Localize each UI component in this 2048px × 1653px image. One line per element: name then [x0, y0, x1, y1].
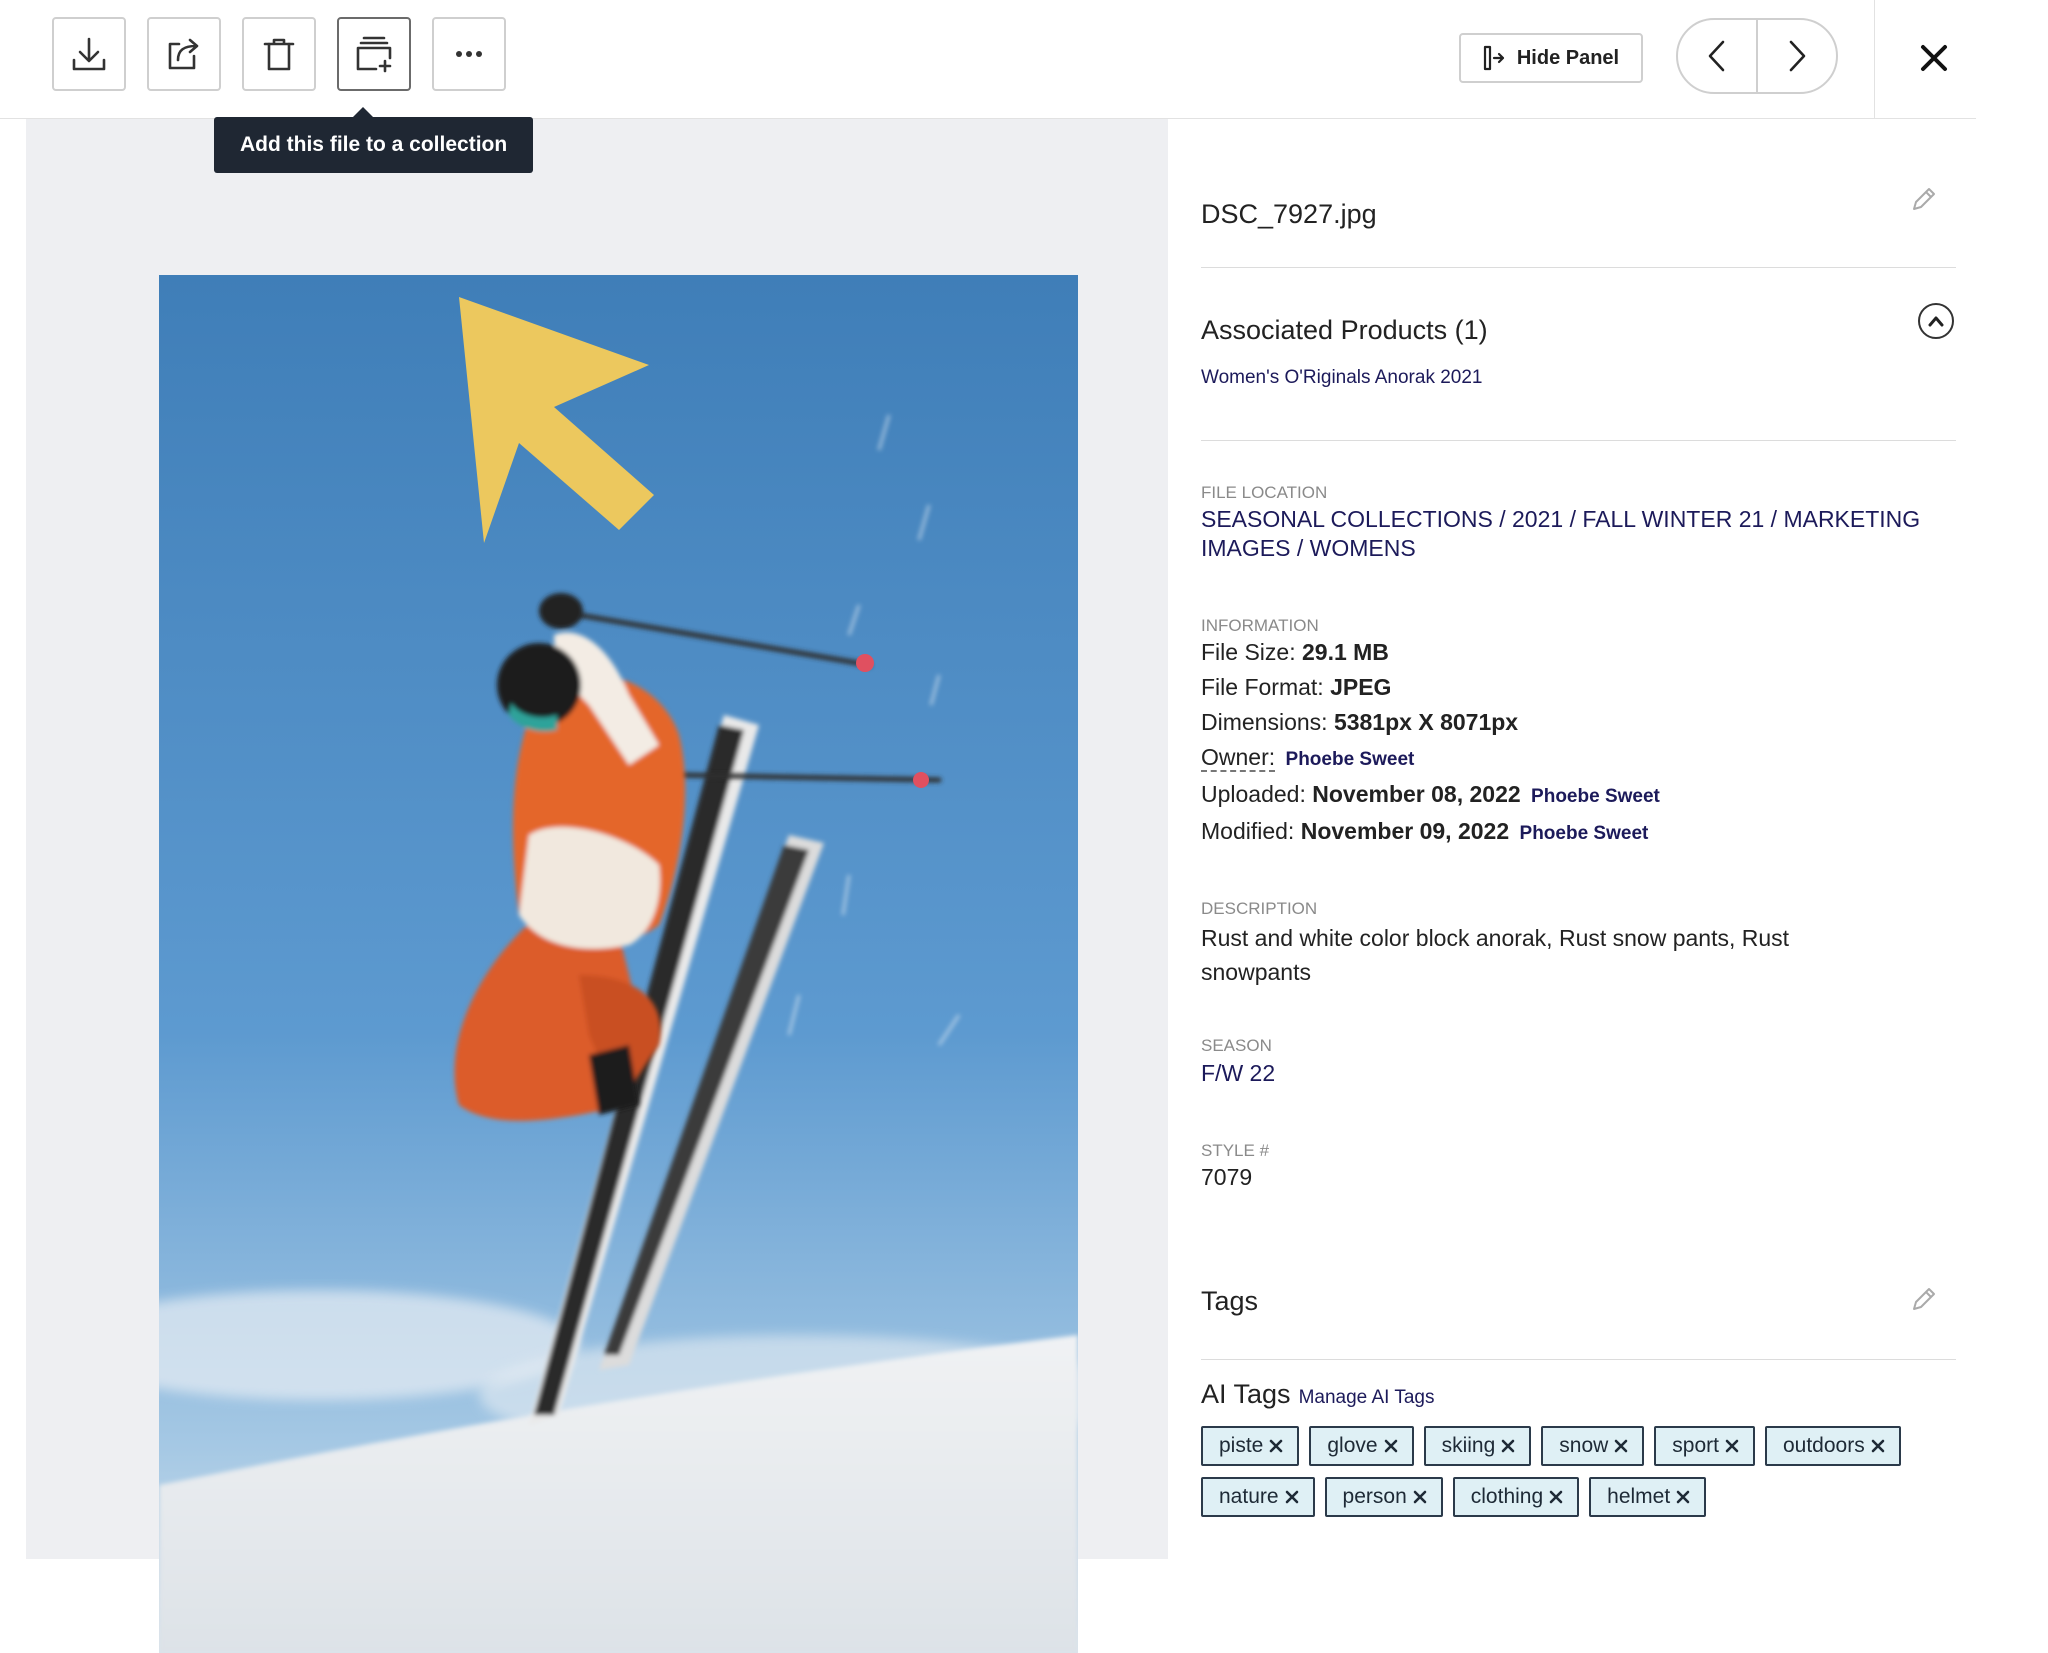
- remove-tag-icon[interactable]: [1501, 1439, 1515, 1453]
- ai-tags-list: piste glove skiing snow sport outdoors n…: [1201, 1426, 1961, 1517]
- details-panel: DSC_7927.jpg Associated Products (1) Wom…: [1168, 119, 1976, 1559]
- tag-skiing: skiing: [1423, 1426, 1532, 1466]
- divider: [1201, 267, 1956, 268]
- edit-filename-icon[interactable]: [1909, 186, 1937, 214]
- style-label: STYLE #: [1201, 1141, 1270, 1160]
- tag-snow: snow: [1541, 1426, 1645, 1466]
- remove-tag-icon[interactable]: [1725, 1439, 1739, 1453]
- toolbar: Hide Panel: [0, 0, 1976, 119]
- remove-tag-icon[interactable]: [1384, 1439, 1398, 1453]
- tag-outdoors: outdoors: [1764, 1426, 1901, 1466]
- product-link[interactable]: Women's O'Riginals Anorak 2021: [1201, 367, 1956, 389]
- owner-link[interactable]: Phoebe Sweet: [1286, 749, 1415, 770]
- uploaded-by-link[interactable]: Phoebe Sweet: [1531, 786, 1660, 807]
- divider: [1201, 1359, 1956, 1360]
- tag-glove: glove: [1309, 1426, 1414, 1466]
- hide-panel-button[interactable]: Hide Panel: [1459, 33, 1643, 83]
- file-location-label: FILE LOCATION: [1201, 483, 1328, 502]
- trash-icon: [263, 38, 295, 71]
- close-icon: [1921, 45, 1947, 71]
- hide-panel-icon: [1483, 45, 1504, 71]
- description-text: Rust and white color block anorak, Rust …: [1201, 925, 1790, 985]
- information-list: File Size: 29.1 MB File Format: JPEG Dim…: [1201, 635, 1956, 851]
- more-button[interactable]: [432, 17, 506, 91]
- remove-tag-icon[interactable]: [1413, 1490, 1427, 1504]
- collapse-button[interactable]: [1918, 303, 1954, 339]
- season-label: SEASON: [1201, 1036, 1272, 1055]
- hide-panel-label: Hide Panel: [1516, 46, 1620, 69]
- image-preview-area: [26, 119, 1168, 1653]
- modified-date: November 09, 2022: [1300, 818, 1510, 844]
- ai-tags-title: AI Tags: [1201, 1379, 1291, 1409]
- remove-tag-icon[interactable]: [1269, 1439, 1283, 1453]
- dimensions-value: 5381px X 8071px: [1333, 709, 1519, 735]
- uploaded-date: November 08, 2022: [1312, 781, 1521, 807]
- file-format-row: File Format: JPEG: [1201, 674, 1392, 700]
- file-size-value: 29.1 MB: [1301, 639, 1389, 665]
- remove-tag-icon[interactable]: [1614, 1439, 1628, 1453]
- close-button[interactable]: [1910, 34, 1958, 82]
- tag-clothing: clothing: [1452, 1477, 1580, 1517]
- style-value: 7079: [1201, 1164, 1253, 1190]
- tag-person: person: [1324, 1477, 1443, 1517]
- tag-piste: piste: [1201, 1426, 1300, 1466]
- download-button[interactable]: [52, 17, 126, 91]
- associated-products-title: Associated Products (1): [1201, 315, 1488, 345]
- tooltip: Add this file to a collection: [214, 107, 534, 173]
- file-format-value: JPEG: [1330, 674, 1392, 700]
- remove-tag-icon[interactable]: [1871, 1439, 1885, 1453]
- add-to-collection-button[interactable]: [337, 17, 411, 91]
- pagination-group: [1676, 18, 1838, 94]
- tag-helmet: helmet: [1589, 1477, 1707, 1517]
- season-value[interactable]: F/W 22: [1201, 1060, 1956, 1087]
- uploaded-row: Uploaded: November 08, 2022 Phoebe Sweet: [1201, 781, 1660, 807]
- share-button[interactable]: [147, 17, 221, 91]
- file-name: DSC_7927.jpg: [1201, 199, 1377, 229]
- modified-row: Modified: November 09, 2022 Phoebe Sweet: [1201, 818, 1649, 844]
- tag-sport: sport: [1654, 1426, 1755, 1466]
- file-location-path[interactable]: SEASONAL COLLECTIONS / 2021 / FALL WINTE…: [1201, 505, 1941, 563]
- edit-tags-icon[interactable]: [1909, 1286, 1937, 1314]
- owner-row: Owner: Phoebe Sweet: [1201, 740, 1956, 777]
- file-size-row: File Size: 29.1 MB: [1201, 639, 1389, 665]
- information-label: INFORMATION: [1201, 616, 1319, 635]
- owner-label[interactable]: Owner:: [1201, 744, 1276, 772]
- add-collection-icon: [356, 36, 392, 73]
- next-button[interactable]: [1756, 20, 1836, 92]
- share-icon: [168, 38, 199, 70]
- previous-button[interactable]: [1678, 20, 1756, 92]
- divider: [1201, 440, 1956, 441]
- chevron-up-icon: [1928, 316, 1944, 327]
- description-label: DESCRIPTION: [1201, 899, 1318, 918]
- dimensions-row: Dimensions: 5381px X 8071px: [1201, 709, 1519, 735]
- tags-title: Tags: [1201, 1286, 1259, 1316]
- modified-by-link[interactable]: Phoebe Sweet: [1520, 823, 1649, 844]
- chevron-left-icon: [1708, 40, 1725, 72]
- chevron-right-icon: [1789, 40, 1806, 72]
- manage-ai-tags-link[interactable]: Manage AI Tags: [1299, 1387, 1435, 1409]
- remove-tag-icon[interactable]: [1285, 1490, 1299, 1504]
- more-icon: [456, 51, 482, 57]
- tag-nature: nature: [1201, 1477, 1315, 1517]
- ai-tags-header: AI Tags Manage AI Tags: [1201, 1379, 1956, 1410]
- remove-tag-icon[interactable]: [1549, 1490, 1563, 1504]
- download-icon: [72, 37, 106, 71]
- delete-button[interactable]: [242, 17, 316, 91]
- divider: [1874, 0, 1875, 118]
- skier-photo: [159, 275, 1078, 1653]
- remove-tag-icon[interactable]: [1676, 1490, 1690, 1504]
